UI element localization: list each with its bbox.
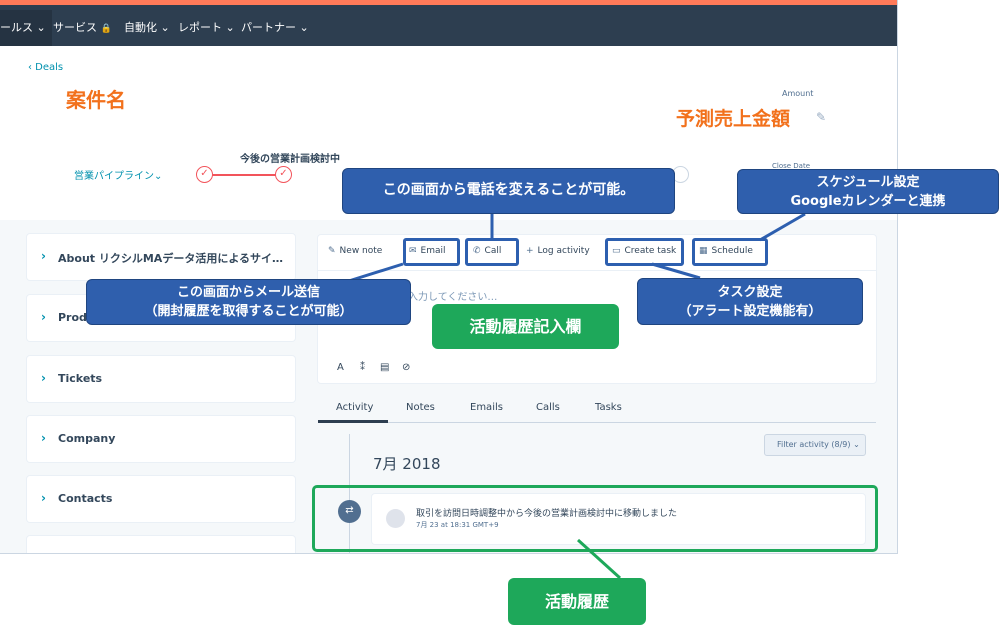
nav-item-partner[interactable]: パートナー ⌄ (241, 19, 309, 35)
call-callout: この画面から電話を変えることが可能。 (342, 168, 675, 214)
log-activity-button[interactable]: + Log activity (526, 246, 590, 256)
top-navigation: ールス ⌄ サービス 🔒 自動化 ⌄ レポート ⌄ パートナー ⌄ (0, 5, 897, 46)
sidebar-card-title: Contacts (58, 492, 113, 505)
callout-line: （アラート設定機能有） (678, 304, 822, 319)
deal-name: 案件名 (66, 88, 126, 112)
chevron-right-icon: › (41, 249, 46, 263)
tab-tasks[interactable]: Tasks (595, 402, 622, 413)
chevron-right-icon: › (41, 371, 46, 385)
hubspot-deal-window: ールス ⌄ サービス 🔒 自動化 ⌄ レポート ⌄ パートナー ⌄ ‹ Deal… (0, 0, 898, 554)
text-format-icon[interactable]: A (337, 362, 344, 373)
sidebar-card-company[interactable]: › Company (27, 416, 295, 462)
attachment-icon[interactable]: ⊘ (402, 362, 410, 373)
nav-item-label: パートナー (241, 21, 296, 34)
document-icon[interactable]: ▤ (380, 362, 389, 373)
pipeline-label: 営業パイプライン (74, 171, 154, 182)
filter-label: Filter activity (8/9) (777, 440, 851, 449)
nav-item-label: 自動化 (124, 21, 157, 34)
callout-line: スケジュール設定 (816, 175, 920, 190)
callout-line: この画面からメール送信 (176, 285, 320, 300)
activity-type-bar: ✎ New note ✉ Email ✆ Call + Log activity ▭ Cr… (318, 235, 876, 271)
sidebar-card-title: About リクシルMAデータ活用によるサイ… (58, 252, 283, 265)
lock-icon: 🔒 (100, 24, 112, 34)
chevron-down-icon: ⌄ (36, 21, 46, 34)
chevron-down-icon: ⌄ (853, 440, 860, 449)
chevron-down-icon: ⌄ (160, 21, 170, 34)
nav-item-label: サービス (53, 21, 97, 34)
log-activity-label: Log activity (537, 246, 590, 256)
insert-icon[interactable]: ⁑ (360, 362, 365, 373)
new-note-label: New note (339, 246, 383, 256)
active-tab-indicator (318, 420, 388, 423)
activity-history-highlight-box (312, 485, 878, 552)
plus-icon: + (526, 246, 534, 256)
nav-item-automation[interactable]: 自動化 ⌄ (124, 19, 170, 35)
call-highlight-box (465, 238, 519, 266)
nav-item-label: レポート (178, 21, 222, 34)
back-to-deals-link[interactable]: ‹ Deals (28, 62, 63, 73)
activity-tabs: Activity Notes Emails Calls Tasks (318, 393, 876, 423)
schedule-highlight-box (692, 238, 768, 266)
pencil-icon: ✎ (328, 246, 336, 256)
current-stage-label: 今後の営業計画検討中 (240, 154, 340, 165)
tab-emails[interactable]: Emails (470, 402, 503, 413)
chevron-down-icon: ⌄ (225, 21, 235, 34)
nav-item-reports[interactable]: レポート ⌄ (178, 19, 235, 35)
pipeline-select[interactable]: 営業パイプライン⌄ (74, 167, 162, 182)
sidebar-card-contacts[interactable]: › Contacts (27, 476, 295, 522)
create-task-highlight-box (605, 238, 684, 266)
new-note-button[interactable]: ✎ New note (328, 246, 382, 256)
nav-item-sales[interactable]: ールス ⌄ (0, 10, 52, 46)
edit-pencil-icon[interactable]: ✎ (816, 110, 826, 124)
stage-progress-line (206, 174, 286, 176)
schedule-callout: スケジュール設定 Googleカレンダーと連携 (737, 169, 999, 214)
nav-item-service[interactable]: サービス 🔒 (53, 19, 112, 35)
amount-value[interactable]: 予測売上金額 (676, 104, 790, 131)
activity-history-label: 活動履歴 (508, 578, 646, 625)
chevron-right-icon: › (41, 491, 46, 505)
chevron-right-icon: › (41, 431, 46, 445)
timeline-month: 7月 2018 (373, 455, 441, 473)
email-highlight-box (403, 238, 460, 266)
sidebar-card-title: Company (58, 432, 116, 445)
nav-item-label: ールス (0, 21, 33, 34)
sidebar-card-title: Tickets (58, 372, 103, 385)
stage-complete-icon[interactable]: ✓ (275, 166, 292, 183)
email-callout: この画面からメール送信 （開封履歴を取得することが可能） (86, 279, 411, 325)
tab-notes[interactable]: Notes (406, 402, 435, 413)
entry-field-label: 活動履歴記入欄 (432, 304, 619, 349)
callout-line: Googleカレンダーと連携 (790, 194, 946, 209)
callout-line: タスク設定 (717, 285, 783, 300)
note-input[interactable]: は入力してください… (398, 288, 497, 303)
sidebar-card-more[interactable] (27, 536, 295, 553)
tab-activity[interactable]: Activity (336, 402, 373, 413)
chevron-down-icon: ⌄ (154, 171, 163, 182)
sidebar-card-tickets[interactable]: › Tickets (27, 356, 295, 402)
amount-label: Amount (782, 89, 814, 98)
chevron-right-icon: › (41, 310, 46, 324)
chevron-down-icon: ⌄ (299, 21, 309, 34)
task-callout: タスク設定 （アラート設定機能有） (637, 278, 863, 325)
filter-activity-button[interactable]: Filter activity (8/9) ⌄ (764, 434, 866, 456)
callout-line: （開封履歴を取得することが可能） (144, 304, 353, 319)
tab-calls[interactable]: Calls (536, 402, 560, 413)
sidebar-card-about[interactable]: › About リクシルMAデータ活用によるサイ… (27, 234, 295, 280)
stage-complete-icon[interactable]: ✓ (196, 166, 213, 183)
